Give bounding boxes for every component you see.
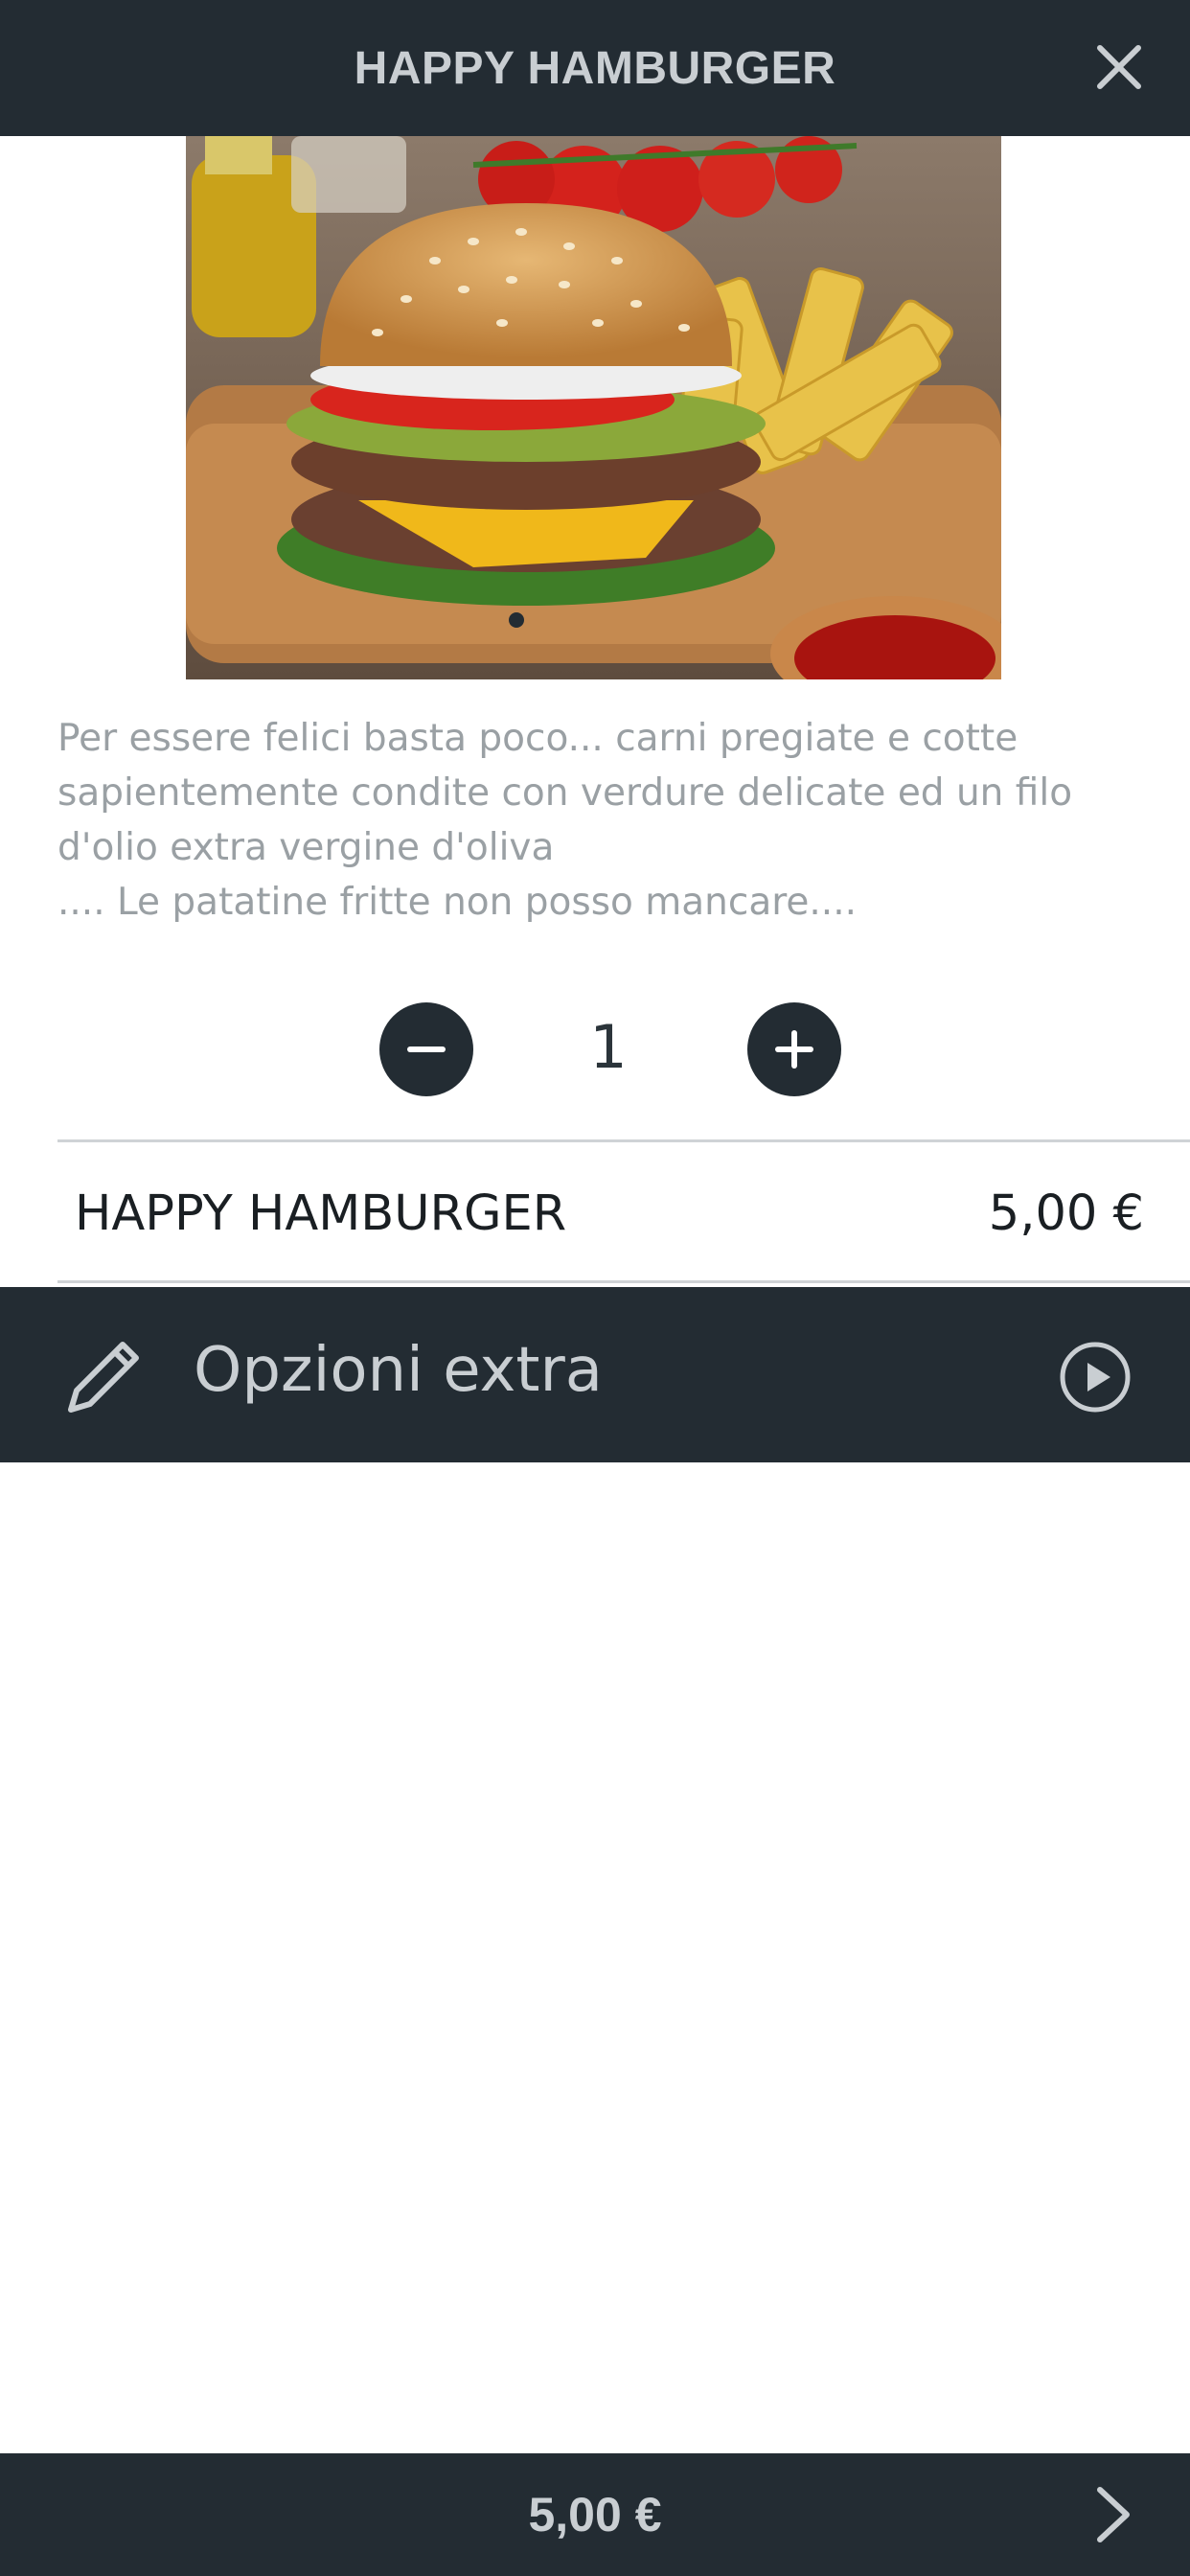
page-title: HAPPY HAMBURGER bbox=[354, 42, 836, 94]
divider bbox=[57, 1280, 1190, 1283]
minus-circle-icon[interactable] bbox=[379, 1002, 473, 1096]
order-total: 5,00 € bbox=[528, 2488, 662, 2542]
pencil-icon bbox=[59, 1333, 148, 1425]
checkout-bar[interactable]: 5,00 € bbox=[0, 2453, 1190, 2576]
play-circle-icon bbox=[1058, 1340, 1133, 1418]
line-item-price: 5,00 € bbox=[988, 1184, 1144, 1242]
quantity-value: 1 bbox=[589, 1012, 628, 1082]
chevron-right-icon[interactable] bbox=[1088, 2484, 1136, 2549]
quantity-stepper: 1 bbox=[0, 1002, 1190, 1098]
order-line-item: HAPPY HAMBURGER 5,00 € bbox=[57, 1146, 1144, 1280]
description-line: .... Le patatine fritte non posso mancar… bbox=[57, 881, 857, 924]
divider bbox=[57, 1139, 1190, 1142]
description-line: sapientemente condite con verdure delica… bbox=[57, 771, 1073, 815]
extra-options-button[interactable]: Opzioni extra bbox=[0, 1287, 1190, 1462]
description-line: d'olio extra vergine d'oliva bbox=[57, 826, 555, 869]
product-description: Per essere felici basta poco... carni pr… bbox=[57, 711, 1140, 930]
product-image bbox=[186, 136, 1001, 679]
plus-circle-icon[interactable] bbox=[747, 1002, 841, 1096]
top-bar: HAPPY HAMBURGER bbox=[0, 0, 1190, 136]
line-item-name: HAPPY HAMBURGER bbox=[75, 1184, 567, 1242]
extra-options-label: Opzioni extra bbox=[194, 1335, 603, 1406]
description-line: Per essere felici basta poco... carni pr… bbox=[57, 717, 1018, 760]
close-icon[interactable] bbox=[1090, 38, 1148, 96]
